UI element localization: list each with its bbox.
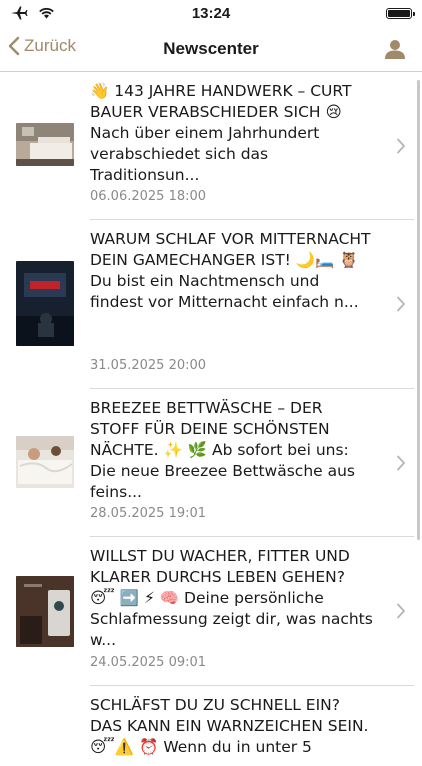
news-item[interactable]: BREEZEE BETTWÄSCHE – DER STOFF FÜR DEINE… [16, 389, 414, 537]
news-item[interactable]: 👋 143 JAHRE HANDWERK – CURT BAUER VERABS… [16, 72, 414, 220]
news-text: WARUM SCHLAF VOR MITTERNACHT DEIN GAMECH… [90, 230, 371, 311]
navigation-bar: Zurück Newscenter [0, 28, 422, 72]
status-time: 13:24 [191, 5, 231, 22]
news-item[interactable]: WILLST DU WACHER, FITTER UND KLARER DURC… [16, 537, 414, 686]
news-date: 24.05.2025 09:01 [90, 655, 207, 670]
news-text: BREEZEE BETTWÄSCHE – DER STOFF FÜR DEINE… [90, 399, 356, 501]
news-text: WILLST DU WACHER, FITTER UND KLARER DURC… [90, 547, 373, 649]
battery-icon [386, 8, 415, 19]
news-date: 31.05.2025 20:00 [90, 358, 207, 373]
news-item[interactable]: SCHLÄFST DU ZU SCHNELL EIN? DAS KANN EIN… [90, 686, 414, 766]
chevron-right-icon [397, 455, 405, 471]
news-text: 👋 143 JAHRE HANDWERK – CURT BAUER VERABS… [90, 82, 352, 184]
chevron-right-icon [397, 296, 405, 312]
person-icon[interactable] [384, 38, 406, 60]
news-list: 👋 143 JAHRE HANDWERK – CURT BAUER VERABS… [0, 72, 414, 766]
sleep-measurement-photo [16, 576, 74, 647]
netflix-tv-photo [16, 261, 74, 346]
scroll-indicator[interactable] [417, 80, 420, 540]
chevron-right-icon [397, 603, 405, 619]
status-bar: 13:24 [0, 0, 422, 28]
news-date: 28.05.2025 19:01 [90, 506, 207, 521]
chevron-right-icon [397, 138, 405, 154]
bedding-photo [16, 436, 74, 488]
news-item[interactable]: WARUM SCHLAF VOR MITTERNACHT DEIN GAMECH… [16, 220, 414, 389]
page-title: Newscenter [163, 39, 259, 58]
news-date: 06.06.2025 18:00 [90, 189, 207, 204]
news-text: SCHLÄFST DU ZU SCHNELL EIN? DAS KANN EIN… [90, 696, 369, 756]
bedroom-photo [16, 123, 74, 166]
